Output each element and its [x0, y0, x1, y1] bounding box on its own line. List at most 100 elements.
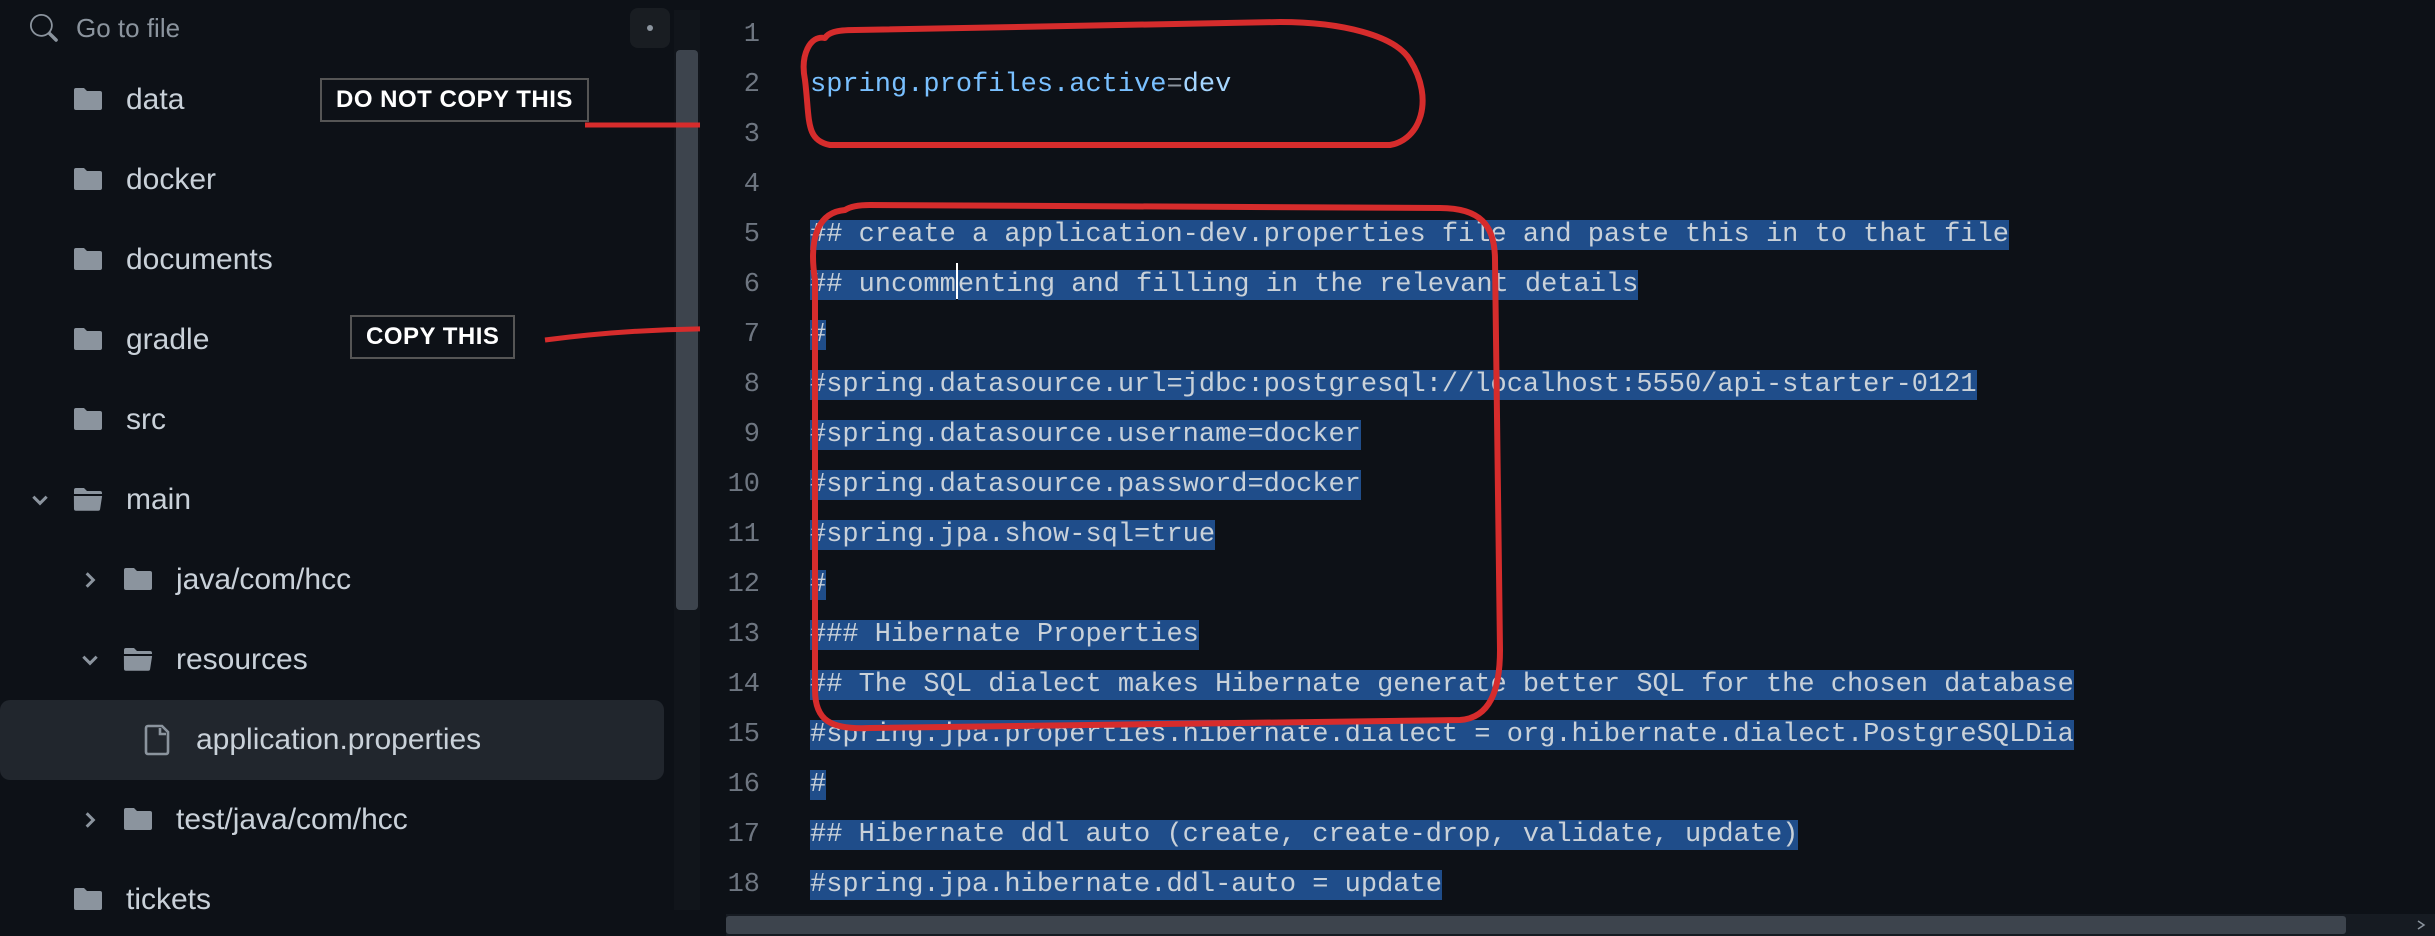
- go-to-file-bar[interactable]: Go to file: [0, 0, 700, 60]
- code-content[interactable]: #: [810, 560, 2435, 610]
- tree-folder-documents[interactable]: documents: [0, 220, 664, 300]
- tree-folder-test-java-com-hcc[interactable]: test/java/com/hcc: [0, 780, 664, 860]
- line-number: 15: [720, 710, 810, 760]
- tree-item-label: resources: [176, 643, 308, 677]
- code-token: #spring.jpa.hibernate.ddl-auto = update: [810, 870, 1442, 900]
- tree-folder-main[interactable]: main: [0, 460, 664, 540]
- code-content[interactable]: ### Hibernate Properties: [810, 610, 2435, 660]
- line-number: 10: [720, 460, 810, 510]
- code-content[interactable]: ## create a application-dev.properties f…: [810, 210, 2435, 260]
- chevron-right-icon: [2416, 920, 2426, 930]
- code-line[interactable]: 15#spring.jpa.properties.hibernate.diale…: [720, 710, 2435, 760]
- tree-folder-java-com-hcc[interactable]: java/com/hcc: [0, 540, 664, 620]
- line-number: 5: [720, 210, 810, 260]
- line-number: 13: [720, 610, 810, 660]
- code-token: ### Hibernate Properties: [810, 620, 1199, 650]
- editor-horizontal-scrollbar[interactable]: [726, 914, 2435, 936]
- code-token: #spring.datasource.password=docker: [810, 470, 1361, 500]
- code-line[interactable]: 13### Hibernate Properties: [720, 610, 2435, 660]
- go-to-file-placeholder: Go to file: [76, 13, 180, 44]
- code-token: ## create a application-dev.properties f…: [810, 220, 2009, 250]
- code-content[interactable]: ## The SQL dialect makes Hibernate gener…: [810, 660, 2435, 710]
- code-token: spring.profiles.active: [810, 70, 1166, 100]
- tree-folder-src[interactable]: src: [0, 380, 664, 460]
- code-content[interactable]: #spring.jpa.properties.hibernate.dialect…: [810, 710, 2435, 760]
- tree-item-label: docker: [126, 163, 216, 197]
- code-line[interactable]: 2spring.profiles.active=dev: [720, 60, 2435, 110]
- line-number: 16: [720, 760, 810, 810]
- code-line[interactable]: 3: [720, 110, 2435, 160]
- tree-item-label: data: [126, 83, 184, 117]
- file-tree-sidebar: Go to file data docker documents gradle src m…: [0, 0, 700, 936]
- code-line[interactable]: 10#spring.datasource.password=docker: [720, 460, 2435, 510]
- code-content[interactable]: ## uncommenting and filling in the relev…: [810, 260, 2435, 310]
- search-icon: [30, 14, 58, 42]
- code-line[interactable]: 11#spring.jpa.show-sql=true: [720, 510, 2435, 560]
- go-to-file-dot-button[interactable]: [630, 8, 670, 48]
- editor-hscroll-arrow-right[interactable]: [2407, 914, 2435, 936]
- code-token: #spring.jpa.show-sql=true: [810, 520, 1215, 550]
- code-content[interactable]: #spring.datasource.username=docker: [810, 410, 2435, 460]
- line-number: 18: [720, 860, 810, 910]
- tree-folder-tickets[interactable]: tickets: [0, 860, 664, 936]
- code-content[interactable]: spring.profiles.active=dev: [810, 60, 2435, 110]
- editor-hscroll-track[interactable]: [726, 914, 2407, 936]
- line-number: 11: [720, 510, 810, 560]
- code-content[interactable]: #spring.jpa.show-sql=true: [810, 510, 2435, 560]
- code-line[interactable]: 7#: [720, 310, 2435, 360]
- line-number: 12: [720, 560, 810, 610]
- sidebar-scrollbar[interactable]: [674, 10, 700, 910]
- sidebar-scrollbar-thumb[interactable]: [676, 50, 698, 610]
- code-token: ## uncom: [810, 270, 940, 300]
- code-line[interactable]: 17## Hibernate ddl auto (create, create-…: [720, 810, 2435, 860]
- code-line[interactable]: 14## The SQL dialect makes Hibernate gen…: [720, 660, 2435, 710]
- tree-item-label: gradle: [126, 323, 209, 357]
- code-token: #: [810, 570, 826, 600]
- line-number: 2: [720, 60, 810, 110]
- line-number: 1: [720, 10, 810, 60]
- line-number: 4: [720, 160, 810, 210]
- code-line[interactable]: 4: [720, 160, 2435, 210]
- code-token: #: [810, 770, 826, 800]
- code-editor: 12spring.profiles.active=dev345## create…: [700, 0, 2435, 936]
- tree-item-label: java/com/hcc: [176, 563, 351, 597]
- tree-folder-docker[interactable]: docker: [0, 140, 664, 220]
- tree-item-label: test/java/com/hcc: [176, 803, 408, 837]
- code-content[interactable]: #spring.datasource.url=jdbc:postgresql:/…: [810, 360, 2435, 410]
- code-content[interactable]: #spring.datasource.password=docker: [810, 460, 2435, 510]
- line-number: 3: [720, 110, 810, 160]
- tree-file-application-properties[interactable]: application.properties: [0, 700, 664, 780]
- code-content[interactable]: #: [810, 760, 2435, 810]
- code-content[interactable]: #: [810, 310, 2435, 360]
- tree-folder-resources[interactable]: resources: [0, 620, 664, 700]
- code-line[interactable]: 16#: [720, 760, 2435, 810]
- line-number: 8: [720, 360, 810, 410]
- dot-icon: [645, 23, 655, 33]
- code-token: m: [940, 270, 956, 300]
- tree-item-label: tickets: [126, 883, 211, 917]
- tree-item-label: documents: [126, 243, 273, 277]
- tree-folder-gradle[interactable]: gradle: [0, 300, 664, 380]
- code-line[interactable]: 8#spring.datasource.url=jdbc:postgresql:…: [720, 360, 2435, 410]
- code-line[interactable]: 6## uncommenting and filling in the rele…: [720, 260, 2435, 310]
- code-area[interactable]: 12spring.profiles.active=dev345## create…: [700, 0, 2435, 914]
- tree-item-label: main: [126, 483, 191, 517]
- line-number: 7: [720, 310, 810, 360]
- code-content[interactable]: ## Hibernate ddl auto (create, create-dr…: [810, 810, 2435, 860]
- code-content[interactable]: #spring.jpa.hibernate.ddl-auto = update: [810, 860, 2435, 910]
- code-token: =: [1166, 70, 1182, 100]
- code-token: #: [810, 320, 826, 350]
- annotation-do-not-copy: DO NOT COPY THIS: [320, 78, 589, 122]
- code-line[interactable]: 1: [720, 10, 2435, 60]
- tree-item-label: src: [126, 403, 166, 437]
- code-line[interactable]: 12#: [720, 560, 2435, 610]
- code-token: #spring.datasource.url=jdbc:postgresql:/…: [810, 370, 1977, 400]
- line-number: 17: [720, 810, 810, 860]
- annotation-copy-this: COPY THIS: [350, 315, 515, 359]
- code-line[interactable]: 5## create a application-dev.properties …: [720, 210, 2435, 260]
- tree-item-label: application.properties: [196, 723, 481, 757]
- code-line[interactable]: 18#spring.jpa.hibernate.ddl-auto = updat…: [720, 860, 2435, 910]
- code-token: #spring.datasource.username=docker: [810, 420, 1361, 450]
- code-line[interactable]: 9#spring.datasource.username=docker: [720, 410, 2435, 460]
- editor-hscroll-thumb[interactable]: [726, 916, 2346, 934]
